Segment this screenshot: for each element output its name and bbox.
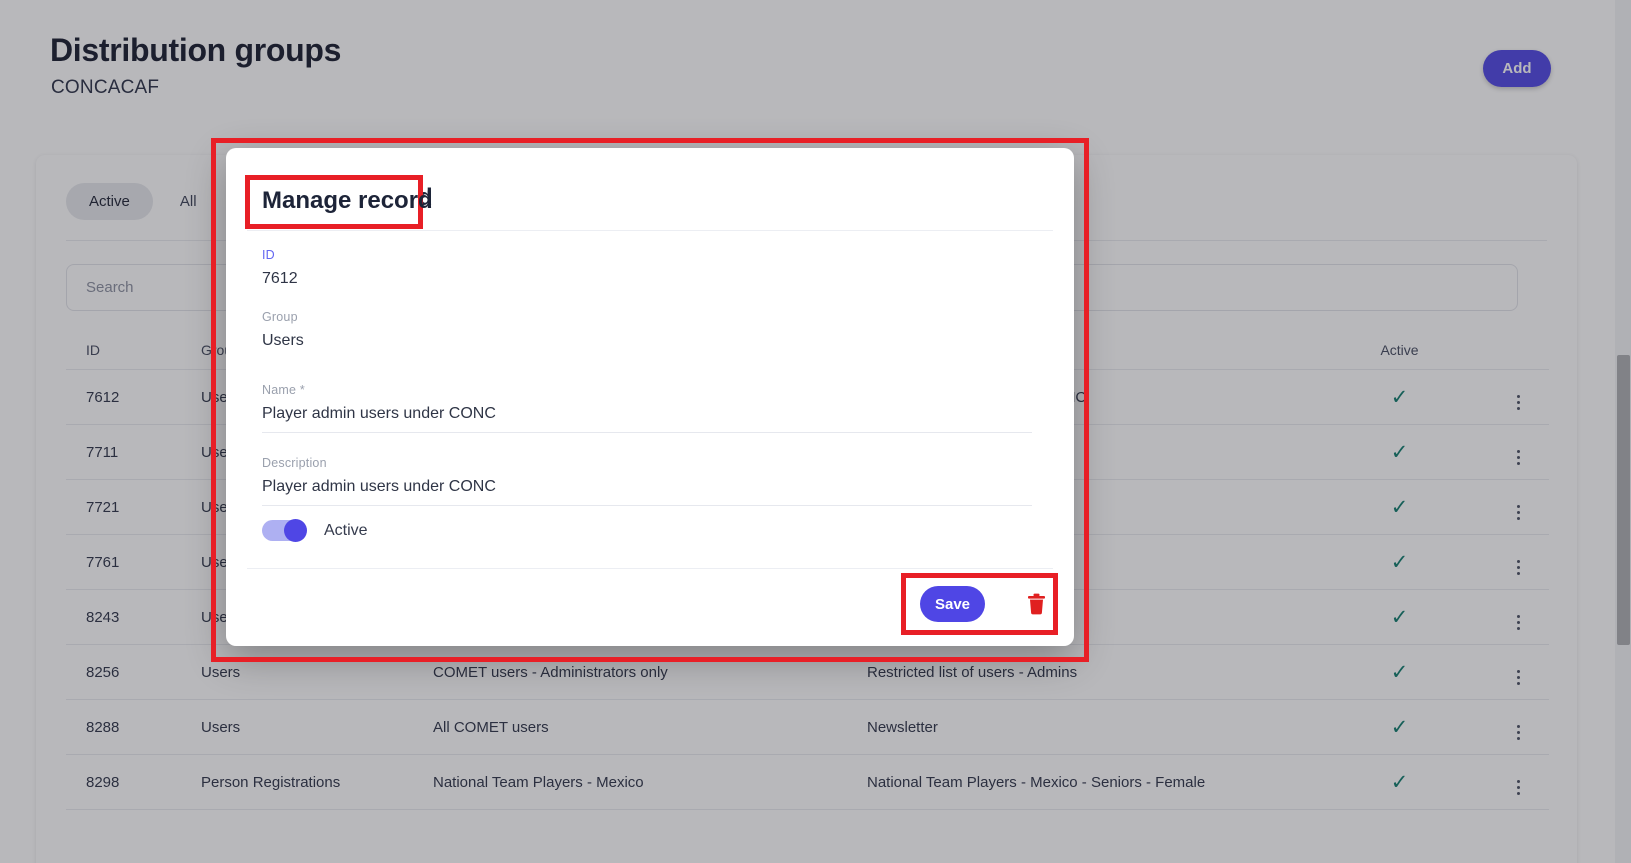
annotation-title-text: Manage record xyxy=(262,187,433,215)
field-description[interactable]: Description Player admin users under CON… xyxy=(262,456,1032,506)
field-name-label: Name * xyxy=(262,383,1032,397)
field-group-value: Users xyxy=(262,332,1032,350)
vertical-scrollbar[interactable] xyxy=(1615,0,1631,863)
field-description-label: Description xyxy=(262,456,1032,470)
scrollbar-thumb[interactable] xyxy=(1617,355,1630,645)
field-description-value[interactable]: Player admin users under CONC xyxy=(262,478,1032,496)
field-id-label: ID xyxy=(262,248,1032,262)
field-id-value: 7612 xyxy=(262,270,1032,288)
field-name-value[interactable]: Player admin users under CONC xyxy=(262,405,1032,423)
active-toggle-row: Active xyxy=(262,520,368,541)
active-toggle-label: Active xyxy=(324,522,368,540)
field-name[interactable]: Name * Player admin users under CONC xyxy=(262,383,1032,433)
trash-icon xyxy=(1027,593,1046,615)
field-id: ID 7612 xyxy=(262,248,1032,288)
delete-button[interactable] xyxy=(1021,588,1051,620)
manage-record-dialog: Manage record ID 7612 Group Users Name *… xyxy=(226,148,1074,646)
field-group-label: Group xyxy=(262,310,1032,324)
save-button[interactable]: Save xyxy=(920,586,985,622)
screen: Distribution groups CONCACAF Add Active … xyxy=(0,0,1631,863)
field-group: Group Users xyxy=(262,310,1032,350)
field-description-underline xyxy=(262,505,1032,506)
dialog-header-divider xyxy=(247,230,1053,231)
field-name-underline xyxy=(262,432,1032,433)
active-toggle[interactable] xyxy=(262,520,306,541)
dialog-footer-divider xyxy=(247,568,1053,569)
toggle-knob xyxy=(284,519,307,542)
